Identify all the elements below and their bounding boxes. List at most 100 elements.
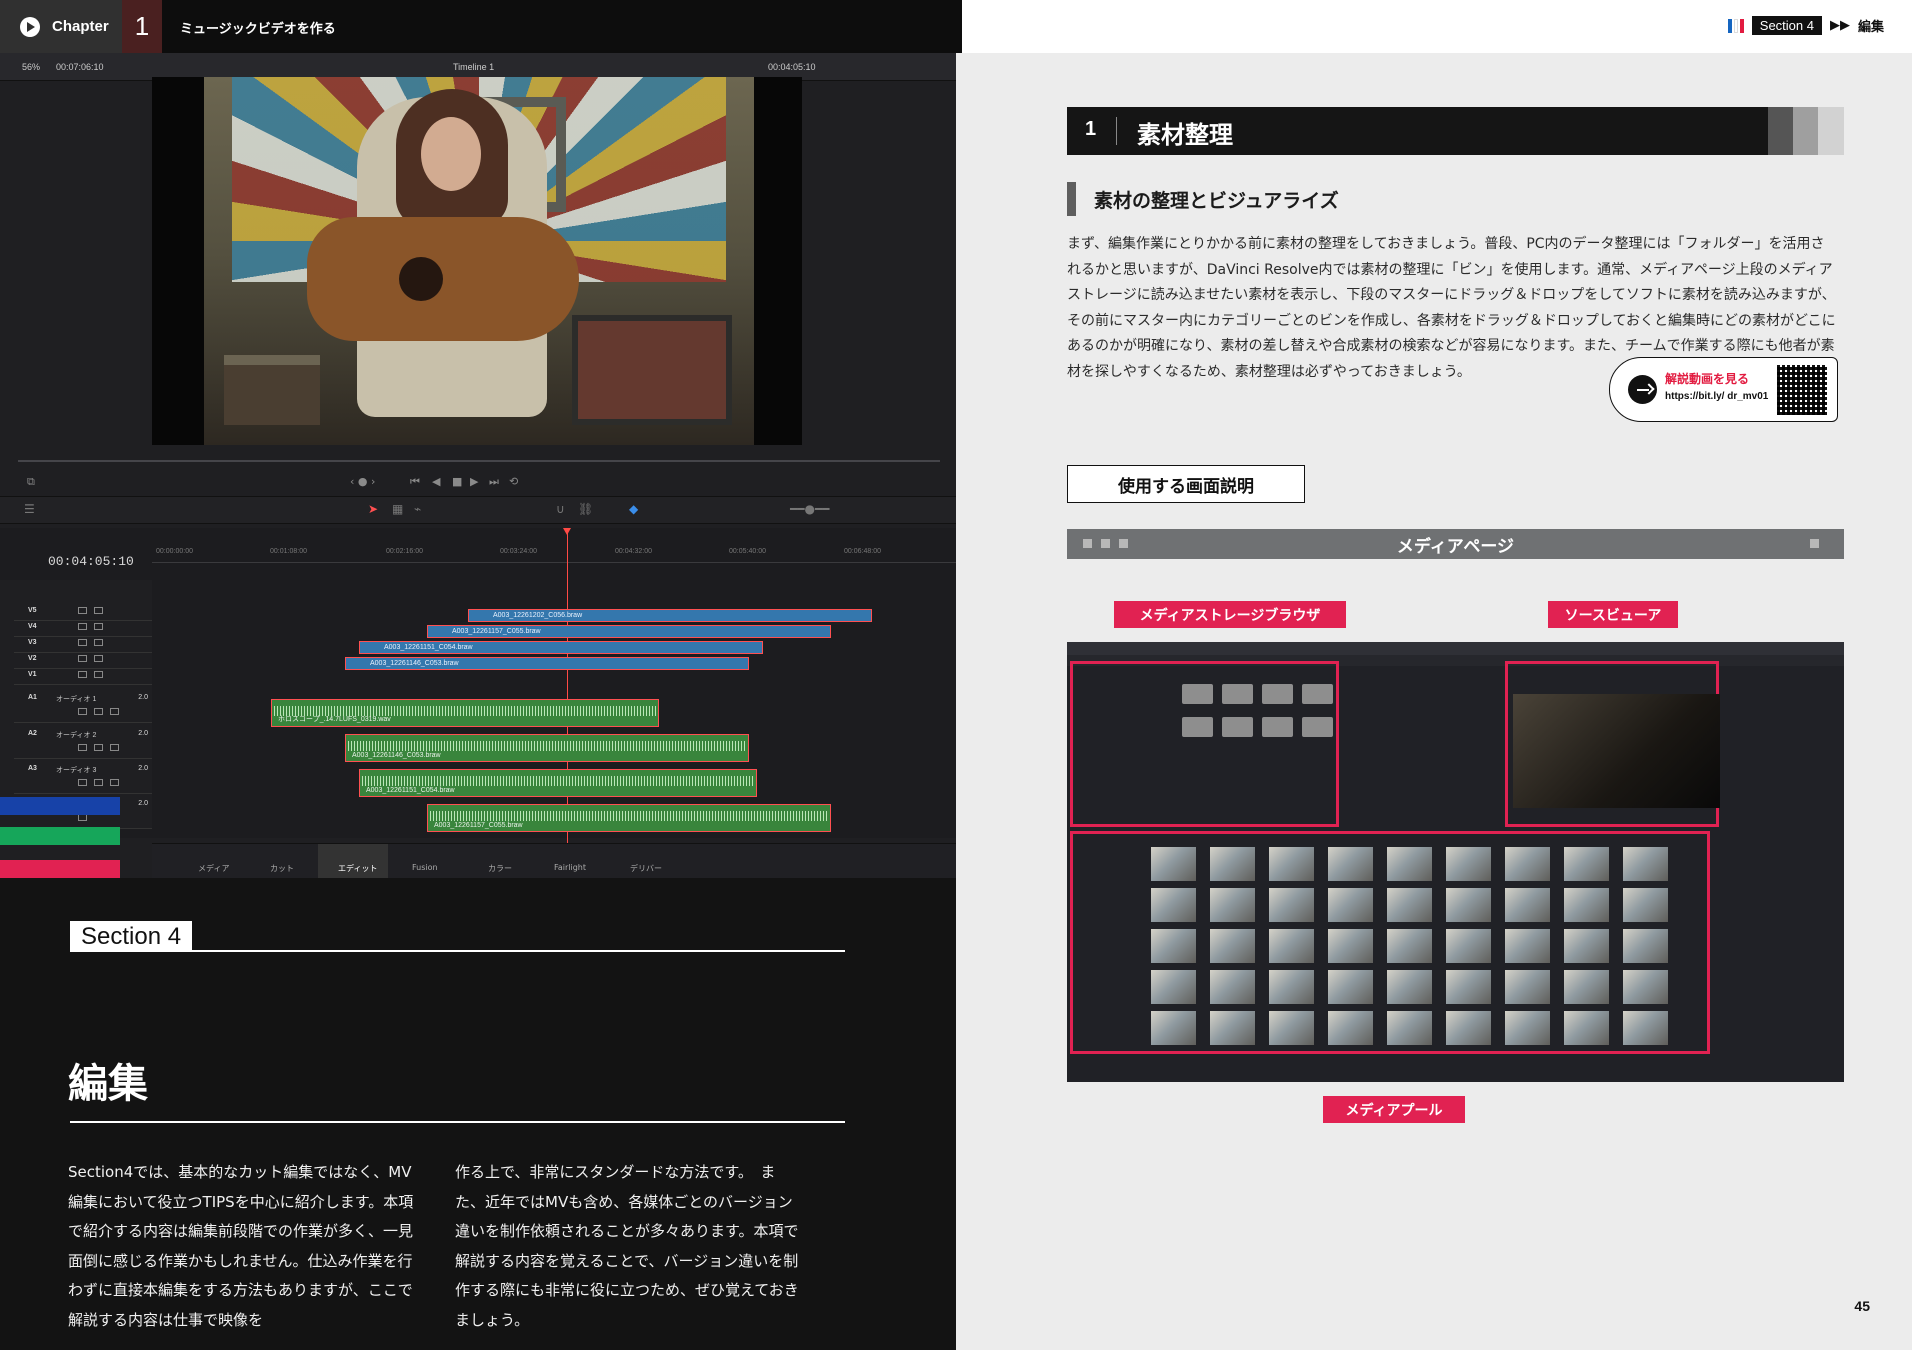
clip-thumbnail: [1269, 1011, 1314, 1045]
video-clip[interactable]: A003_12261202_C056.braw: [468, 609, 872, 622]
folder-icon: [1222, 684, 1253, 704]
timeline-ruler: 00:00:00:00 00:01:08:00 00:02:16:00 00:03:2…: [152, 543, 956, 563]
play-icon: [20, 16, 40, 37]
page-tab-color[interactable]: カラー: [488, 863, 512, 874]
clip-thumbnail: [1151, 1011, 1196, 1045]
trim-icon[interactable]: ▦: [392, 502, 403, 516]
video-link-card[interactable]: 解説動画を見る https://bit.ly/ dr_mv01: [1609, 357, 1838, 422]
link-icon[interactable]: ⛓: [578, 502, 593, 516]
face: [421, 117, 481, 191]
clip-thumbnail: [1210, 1011, 1255, 1045]
scrub-bar[interactable]: [18, 460, 940, 462]
media-page-screenshot: [1067, 642, 1844, 1082]
clip-thumbnail: [1151, 970, 1196, 1004]
subheading-bar: [1067, 182, 1076, 216]
selection-icon[interactable]: ➤: [368, 502, 378, 516]
page-tab-fairlight[interactable]: Fairlight: [554, 863, 586, 872]
video-frame: [204, 77, 754, 445]
label-media-pool: メディアプール: [1323, 1096, 1465, 1123]
clip-thumbnail: [1446, 888, 1491, 922]
intro-column-1: Section4では、基本的なカット編集ではなく、MV編集において役立つTIPS…: [68, 1163, 414, 1329]
zoom-slider[interactable]: ━━●━━: [790, 502, 829, 516]
timeline[interactable]: 00:04:05:10 00:00:00:00 00:01:08:00 00:02:…: [0, 528, 956, 848]
playhead[interactable]: [563, 528, 571, 848]
toolbar-icon[interactable]: ☰: [24, 502, 35, 516]
track-header-v1[interactable]: V1: [14, 667, 152, 685]
clip-thumbnail: [1446, 929, 1491, 963]
section-heading: 編集: [68, 1061, 148, 1107]
loop-icon[interactable]: ⟲: [509, 475, 518, 488]
page-tab-edit[interactable]: エディット: [318, 844, 388, 878]
video-clip[interactable]: A003_12261157_C055.braw: [427, 625, 831, 638]
left-page: 56% 00:07:06:10 Timeline 1 00:04:05:10 ⧉…: [0, 53, 956, 1350]
chapter-number: 1: [122, 0, 162, 53]
clip-thumbnail: [1564, 929, 1609, 963]
decor-square: [1810, 539, 1819, 548]
clip-thumbnail: [1269, 888, 1314, 922]
clip-thumbnail: [1446, 1011, 1491, 1045]
folder-icon: [1222, 717, 1253, 737]
timeline-name[interactable]: Timeline 1: [453, 62, 494, 72]
track-header-a3[interactable]: A3 オーディオ 3 2.0: [14, 761, 152, 794]
clip-thumbnail: [1623, 1011, 1668, 1045]
video-clip[interactable]: A003_12261146_C053.braw: [345, 657, 749, 670]
section-indicator: Section 4 ▶▶ 編集: [1727, 16, 1884, 35]
layout-icon[interactable]: ⧉: [27, 475, 35, 489]
blade-icon[interactable]: ⌁: [414, 502, 421, 516]
clip-thumbnail: [1210, 929, 1255, 963]
clip-thumbnail: [1387, 970, 1432, 1004]
section-rule: [70, 1121, 845, 1123]
play-icon[interactable]: ▶: [470, 475, 478, 488]
marker-icon[interactable]: ◆: [629, 502, 638, 516]
page-tab-deliver[interactable]: デリバー: [630, 863, 662, 874]
first-frame-icon[interactable]: ⏮: [410, 475, 420, 489]
jog-icon[interactable]: ‹ ● ›: [350, 475, 375, 488]
clip-thumbnail: [1505, 847, 1550, 881]
page-tab-cut[interactable]: カット: [270, 863, 294, 874]
snap-icon[interactable]: ∪: [556, 502, 565, 516]
clip-thumbnail: [1564, 1011, 1609, 1045]
video-clip[interactable]: A003_12261151_C054.braw: [359, 641, 763, 654]
clip-thumbnail: [1210, 847, 1255, 881]
audio-clip[interactable]: A003_12261146_C053.braw: [345, 734, 749, 762]
video-link-url[interactable]: https://bit.ly/ dr_mv01: [1665, 391, 1768, 402]
last-frame-icon[interactable]: ⏭: [489, 475, 499, 489]
screen-description-button: 使用する画面説明: [1067, 465, 1305, 503]
folder-icon: [1262, 717, 1293, 737]
ruler-tick: 00:00:00:00: [156, 548, 193, 555]
books: [224, 355, 320, 425]
track-header-a2[interactable]: A2 オーディオ 2 2.0: [14, 726, 152, 759]
clip-thumbnail: [1505, 1011, 1550, 1045]
ruler-tick: 00:02:16:00: [386, 548, 423, 555]
ruler-tick: 00:06:48:00: [844, 548, 881, 555]
topic-header: 1 素材整理: [1067, 107, 1844, 155]
folder-icon: [1182, 684, 1213, 704]
ruler-tick: 00:05:40:00: [729, 548, 766, 555]
decor-square: [1119, 539, 1128, 548]
audio-clip[interactable]: A003_12261151_C054.braw: [359, 769, 757, 797]
section-title: 編集: [1857, 20, 1884, 35]
label-media-storage: メディアストレージブラウザ: [1114, 601, 1346, 628]
page-tab-media[interactable]: メディア: [198, 863, 229, 874]
reverse-play-icon[interactable]: ◀: [432, 475, 440, 488]
book-spread: Chapter 1 ミュージックビデオを作る Section 4 ▶▶ 編集 5…: [0, 0, 1912, 1350]
subheading: 素材の整理とビジュアライズ: [1067, 182, 1339, 216]
clip-thumbnail: [1328, 970, 1373, 1004]
clip-thumbnail: [1269, 970, 1314, 1004]
clip-thumbnail: [1623, 929, 1668, 963]
page-tab-fusion[interactable]: Fusion: [412, 863, 438, 872]
audio-clip[interactable]: ホロスコープ_.14.7LUFS_0319.wav: [271, 699, 659, 727]
video-viewer[interactable]: [152, 77, 802, 445]
window-titlebar: [1067, 642, 1844, 655]
decor-square: [1101, 539, 1110, 548]
clip-thumbnail: [1446, 847, 1491, 881]
ruler-tick: 00:03:24:00: [500, 548, 537, 555]
chapter-tab: Chapter: [0, 0, 122, 53]
section-rule: [70, 950, 845, 952]
stop-icon[interactable]: ■: [452, 475, 462, 488]
track-header-a1[interactable]: A1 オーディオ 1 2.0: [14, 690, 152, 723]
resolve-screenshot: 56% 00:07:06:10 Timeline 1 00:04:05:10 ⧉…: [0, 53, 956, 878]
audio-clip[interactable]: A003_12261157_C055.braw: [427, 804, 831, 832]
clip-thumbnail: [1505, 929, 1550, 963]
arrow-right-icon: [1628, 375, 1657, 404]
